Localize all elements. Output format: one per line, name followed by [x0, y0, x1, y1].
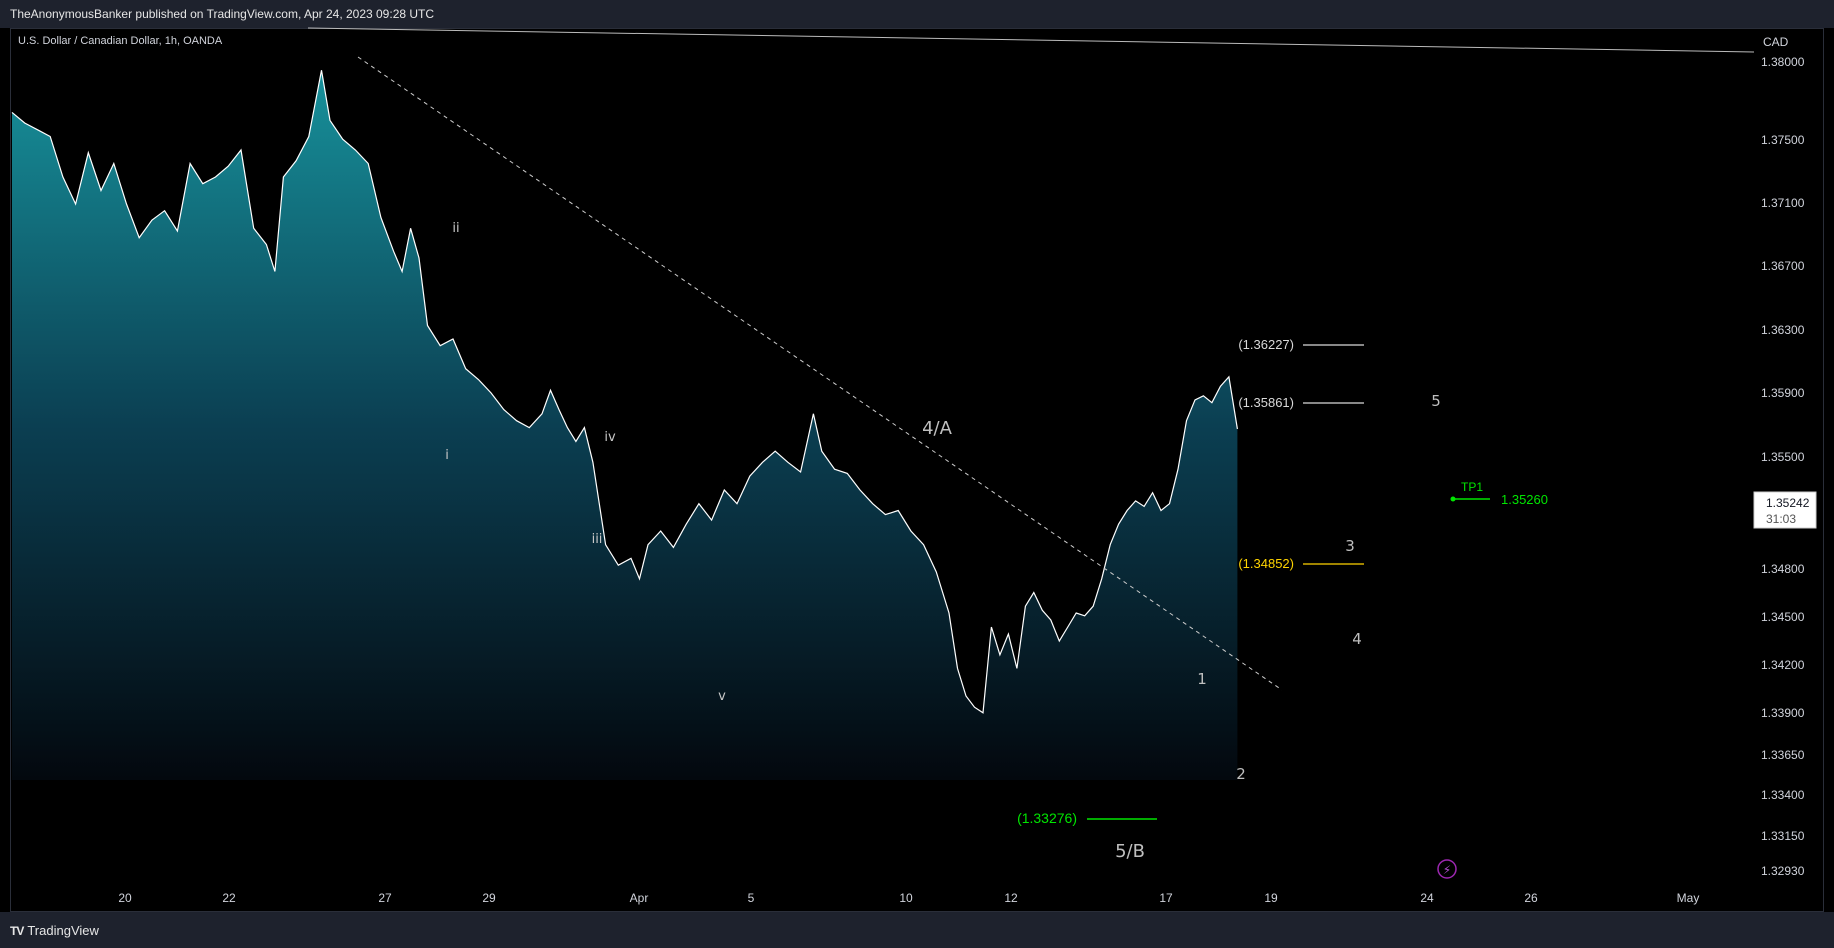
y-tick-label: 1.33150 — [1761, 829, 1805, 843]
support-level-label: (1.33276) — [1017, 810, 1077, 826]
wave-label-2: 2 — [1236, 765, 1246, 783]
y-tick-label: 1.32930 — [1761, 864, 1805, 878]
fib-level-label: (1.36227) — [1238, 337, 1294, 352]
wave-label-iii: iii — [592, 532, 603, 547]
fib-level-label: (1.35861) — [1238, 395, 1294, 410]
area-layer — [11, 70, 1238, 780]
y-tick-label: 1.37500 — [1761, 133, 1805, 147]
x-tick-label: 22 — [222, 891, 236, 905]
y-tick-label: 1.33900 — [1761, 706, 1805, 720]
y-tick-label: 1.34200 — [1761, 658, 1805, 672]
x-tick-label: 10 — [899, 891, 913, 905]
x-tick-label: May — [1677, 891, 1700, 905]
y-tick-label: 1.35500 — [1761, 450, 1805, 464]
fib-level-label: (1.34852) — [1238, 556, 1294, 571]
y-tick-label: 1.35900 — [1761, 386, 1805, 400]
wave-label-i: i — [445, 448, 449, 463]
wave-label-3: 3 — [1345, 537, 1355, 555]
tradingview-logo[interactable]: TV TradingView — [10, 923, 99, 938]
wave-label-5: 5 — [1431, 392, 1441, 410]
lightning-icon: ⚡ — [1443, 863, 1451, 877]
tp1-label: TP1 — [1461, 480, 1483, 494]
x-tick-label: 19 — [1264, 891, 1278, 905]
x-tick-label: 12 — [1004, 891, 1018, 905]
currency-label: CAD — [1763, 35, 1789, 49]
wave-label-ii: ii — [452, 221, 459, 236]
wave-label-v: v — [718, 689, 726, 704]
y-tick-label: 1.37100 — [1761, 196, 1805, 210]
wave-label-5b: 5/B — [1115, 841, 1145, 862]
y-tick-label: 1.36300 — [1761, 323, 1805, 337]
wave-label-1: 1 — [1197, 670, 1207, 688]
countdown-label: 31:03 — [1766, 512, 1796, 526]
tradingview-brand: TradingView — [27, 923, 99, 938]
x-tick-label: 20 — [118, 891, 132, 905]
y-tick-label: 1.36700 — [1761, 259, 1805, 273]
x-tick-label: 24 — [1420, 891, 1434, 905]
last-price-label: 1.35242 — [1766, 496, 1810, 510]
price-area-fill — [12, 70, 1238, 780]
y-tick-label: 1.33400 — [1761, 788, 1805, 802]
y-tick-label: 1.34800 — [1761, 562, 1805, 576]
wave-label-4a: 4/A — [922, 418, 953, 439]
y-tick-label: 1.34500 — [1761, 610, 1805, 624]
x-tick-label: 27 — [378, 891, 392, 905]
trend-line-top — [307, 27, 1755, 53]
y-tick-label: 1.33650 — [1761, 748, 1805, 762]
tp1-value: 1.35260 — [1501, 492, 1548, 507]
wave-label-4: 4 — [1352, 630, 1362, 648]
wave-label-iv: iv — [604, 430, 616, 445]
x-tick-label: 26 — [1524, 891, 1538, 905]
tp1-dot — [1450, 496, 1456, 502]
tradingview-logo-icon: TV — [10, 923, 24, 938]
x-tick-label: Apr — [630, 891, 649, 905]
y-tick-label: 1.38000 — [1761, 55, 1805, 69]
footer-bar — [0, 912, 1834, 948]
x-tick-label: 29 — [482, 891, 496, 905]
price-chart[interactable]: ⚡ (1.36227) (1.35861) (1.34852) (1.33276) TP… — [0, 0, 1834, 948]
x-tick-label: 5 — [748, 891, 755, 905]
x-tick-label: 17 — [1159, 891, 1173, 905]
